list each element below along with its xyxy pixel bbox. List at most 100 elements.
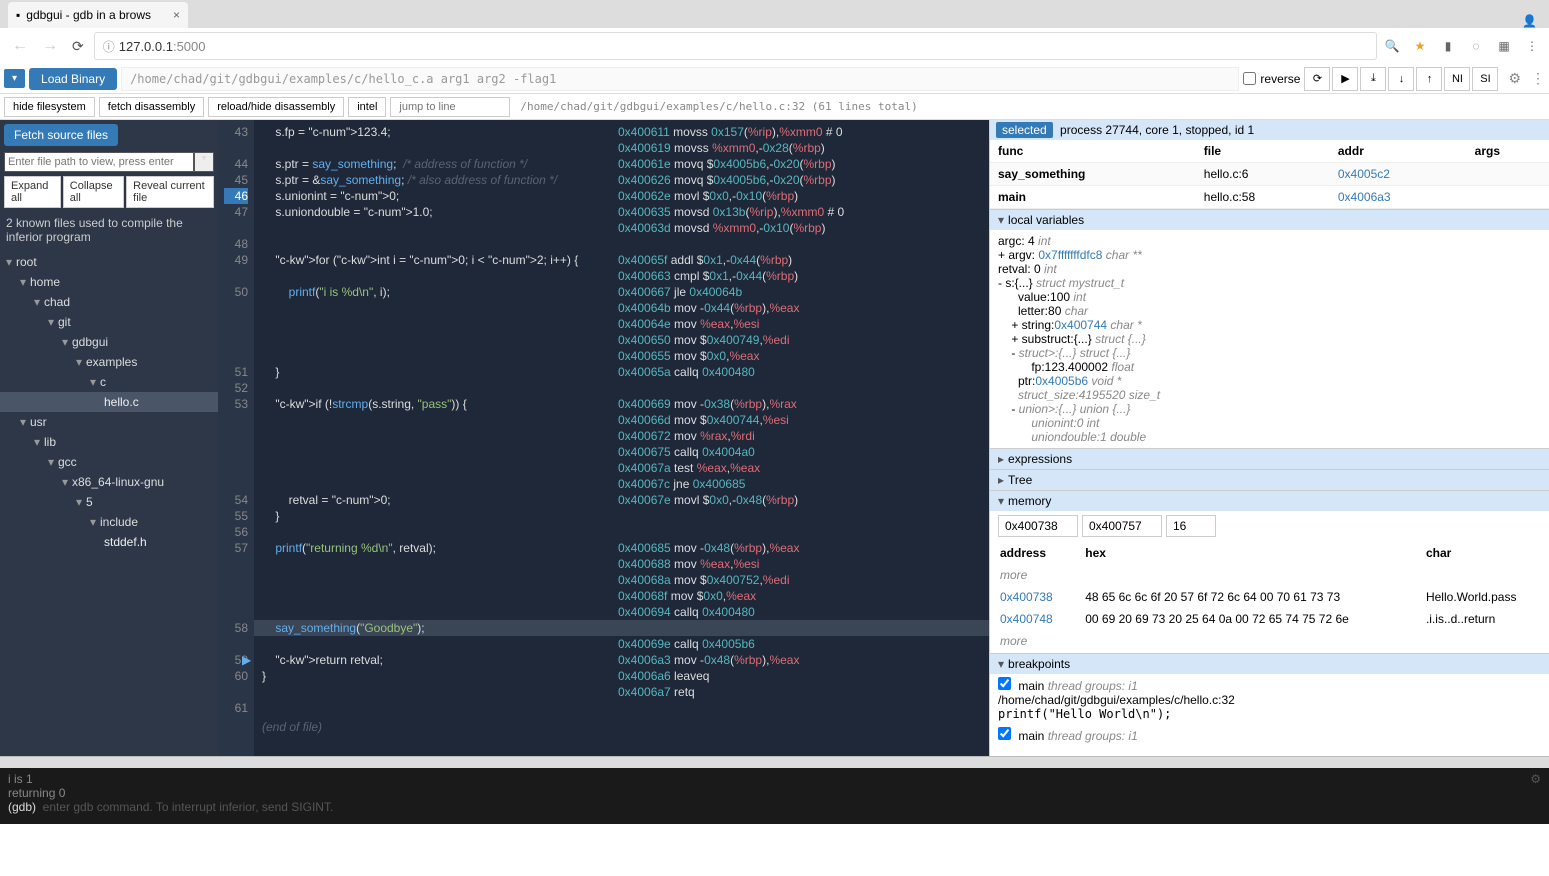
tree-gcc[interactable]: ▾gcc xyxy=(0,452,218,472)
line-number[interactable] xyxy=(224,476,248,492)
stack-row[interactable]: mainhello.c:580x4006a3 xyxy=(990,186,1549,209)
settings-icon[interactable]: ⚙ xyxy=(1508,70,1521,87)
line-number[interactable] xyxy=(224,556,248,572)
local-var[interactable]: argc: 4 int xyxy=(998,234,1541,248)
line-number[interactable] xyxy=(224,316,248,332)
line-number[interactable]: 58 xyxy=(224,620,248,636)
tree-root[interactable]: ▾root xyxy=(0,252,218,272)
expressions-header[interactable]: ▸expressions xyxy=(990,449,1549,469)
reload-disassembly-button[interactable]: reload/hide disassembly xyxy=(208,97,344,117)
star-icon[interactable]: ★ xyxy=(1411,37,1429,55)
mem-more-top[interactable]: more xyxy=(992,565,1547,585)
local-var[interactable]: value:100 int xyxy=(998,290,1541,304)
local-var[interactable]: + string:0x400744 char * xyxy=(998,318,1541,332)
tree-gdbgui[interactable]: ▾gdbgui xyxy=(0,332,218,352)
jump-to-line-input[interactable] xyxy=(390,97,510,117)
continue-button[interactable]: ▶ xyxy=(1332,67,1358,91)
line-number[interactable] xyxy=(224,412,248,428)
line-number[interactable] xyxy=(224,588,248,604)
file-path-input[interactable] xyxy=(4,152,194,172)
line-number[interactable]: 55 xyxy=(224,508,248,524)
local-var[interactable]: + substruct:{...} struct {...} xyxy=(998,332,1541,346)
line-number[interactable] xyxy=(224,140,248,156)
local-var[interactable]: - struct>:{...} struct {...} xyxy=(998,346,1541,360)
expand-all-button[interactable]: Expand all xyxy=(4,176,61,208)
tree-hello-c[interactable]: hello.c xyxy=(0,392,218,412)
line-number[interactable]: 43 xyxy=(224,124,248,140)
gdb-console[interactable]: ⚙ i is 1returning 0 (gdb) enter gdb comm… xyxy=(0,768,1549,824)
intel-button[interactable]: intel xyxy=(348,97,386,117)
mem-start-input[interactable] xyxy=(998,515,1078,537)
line-number[interactable] xyxy=(224,444,248,460)
load-binary-button[interactable]: Load Binary xyxy=(29,68,117,90)
line-number[interactable] xyxy=(224,572,248,588)
console-gear-icon[interactable]: ⚙ xyxy=(1530,772,1541,786)
horizontal-scrollbar[interactable] xyxy=(0,756,1549,768)
breakpoint-row[interactable]: main thread groups: i1/home/chad/git/gdb… xyxy=(990,674,1549,724)
reload-button[interactable]: ⟳ xyxy=(68,34,88,59)
user-profile-icon[interactable]: 👤 xyxy=(1522,14,1537,28)
file-path-dropdown[interactable]: ▾ xyxy=(194,152,214,172)
ext-icon-3[interactable]: ▦ xyxy=(1495,37,1513,55)
menu-dots-icon[interactable]: ⋮ xyxy=(1531,70,1545,87)
tree-stddef[interactable]: stddef.h xyxy=(0,532,218,552)
tree-lib[interactable]: ▾lib xyxy=(0,432,218,452)
local-var[interactable]: uniondouble:1 double xyxy=(998,430,1541,444)
tree-header[interactable]: ▸Tree xyxy=(990,470,1549,490)
line-number[interactable]: 56 xyxy=(224,524,248,540)
forward-button[interactable]: → xyxy=(38,33,62,59)
tree-x86[interactable]: ▾x86_64-linux-gnu xyxy=(0,472,218,492)
hide-filesystem-button[interactable]: hide filesystem xyxy=(4,97,95,117)
binary-dropdown[interactable]: ▾ xyxy=(4,69,25,88)
si-button[interactable]: SI xyxy=(1472,67,1498,91)
back-button[interactable]: ← xyxy=(8,33,32,59)
mem-bytes-input[interactable] xyxy=(1166,515,1216,537)
url-bar[interactable]: ⓘ 127.0.0.1:5000 xyxy=(94,32,1377,60)
mem-end-input[interactable] xyxy=(1082,515,1162,537)
code-pane[interactable]: 43444546474849505152535455565758596061 0… xyxy=(218,120,989,756)
stack-row[interactable]: say_somethinghello.c:60x4005c2 xyxy=(990,163,1549,186)
line-number[interactable]: 46 xyxy=(224,188,248,204)
mem-more-bottom[interactable]: more xyxy=(992,631,1547,651)
line-number[interactable] xyxy=(224,348,248,364)
line-number[interactable]: 48 xyxy=(224,236,248,252)
line-number[interactable] xyxy=(224,460,248,476)
bp-checkbox[interactable] xyxy=(998,677,1011,690)
search-icon[interactable]: 🔍 xyxy=(1383,37,1401,55)
tree-git[interactable]: ▾git xyxy=(0,312,218,332)
line-number[interactable]: 61 xyxy=(224,700,248,716)
line-number[interactable] xyxy=(224,428,248,444)
line-number[interactable]: 45 xyxy=(224,172,248,188)
locals-header[interactable]: ▾local variables xyxy=(990,210,1549,230)
return-button[interactable]: ↑ xyxy=(1416,67,1442,91)
breakpoint-row[interactable]: main thread groups: i1 xyxy=(990,724,1549,746)
tree-home[interactable]: ▾home xyxy=(0,272,218,292)
local-var[interactable]: - union>:{...} union {...} xyxy=(998,402,1541,416)
tab-close-icon[interactable]: × xyxy=(173,8,180,22)
line-number[interactable]: 60 xyxy=(224,668,248,684)
local-var[interactable]: letter:80 char xyxy=(998,304,1541,318)
local-var[interactable]: unionint:0 int xyxy=(998,416,1541,430)
tree-5[interactable]: ▾5 xyxy=(0,492,218,512)
line-number[interactable]: 47 xyxy=(224,204,248,220)
line-number[interactable]: 51 xyxy=(224,364,248,380)
line-number[interactable] xyxy=(224,300,248,316)
fetch-source-button[interactable]: Fetch source files xyxy=(4,124,118,146)
reveal-file-button[interactable]: Reveal current file xyxy=(126,176,214,208)
line-number[interactable]: 52 xyxy=(224,380,248,396)
tree-c[interactable]: ▾c xyxy=(0,372,218,392)
local-var[interactable]: ptr:0x4005b6 void * xyxy=(998,374,1541,388)
tree-chad[interactable]: ▾chad xyxy=(0,292,218,312)
line-number[interactable] xyxy=(224,604,248,620)
line-number[interactable]: 57 xyxy=(224,540,248,556)
line-number[interactable] xyxy=(224,220,248,236)
breakpoints-header[interactable]: ▾breakpoints xyxy=(990,654,1549,674)
reverse-checkbox-input[interactable] xyxy=(1243,72,1256,85)
local-var[interactable]: fp:123.400002 float xyxy=(998,360,1541,374)
next-button[interactable]: ⤓ xyxy=(1360,67,1386,91)
line-number[interactable] xyxy=(224,636,248,652)
memory-header[interactable]: ▾memory xyxy=(990,491,1549,511)
local-var[interactable]: struct_size:4195520 size_t xyxy=(998,388,1541,402)
line-number[interactable]: 54 xyxy=(224,492,248,508)
binary-path-input[interactable] xyxy=(121,67,1239,91)
